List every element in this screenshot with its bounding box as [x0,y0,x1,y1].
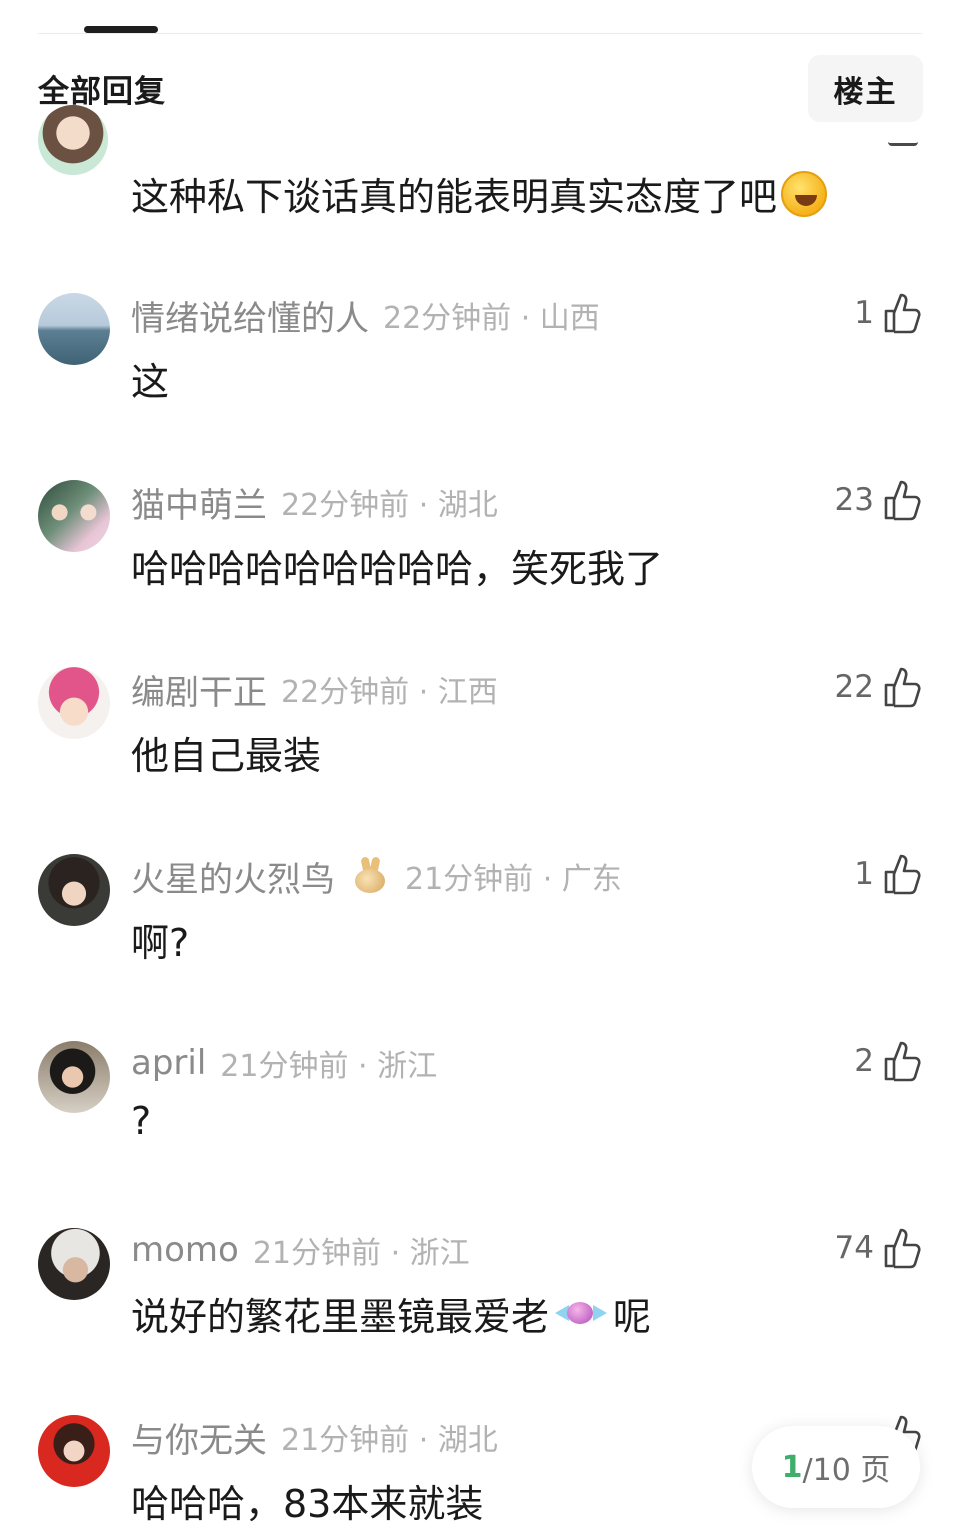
like-button[interactable]: 23 [835,476,922,524]
like-count: 1 [854,295,874,331]
comment-meta: momo 21分钟前 · 浙江 [131,1230,470,1271]
time-location: 22分钟前 · 江西 [281,675,498,710]
comment-item[interactable]: 编剧干正 22分钟前 · 江西 22 他自己最装 [0,667,960,852]
candy-emoji-icon [555,1296,608,1332]
time-location: 21分钟前 · 浙江 [252,1236,470,1271]
time-location: 22分钟前 · 湖北 [281,488,498,523]
comment-meta: april 21分钟前 · 浙江 [131,1043,438,1084]
username[interactable]: 猫中萌兰 [131,478,267,527]
comment-meta: 情绪说给懂的人 22分钟前 · 山西 [131,295,600,339]
comment-content: 说好的繁花里墨镜最爱老 呢 [131,1286,651,1341]
all-replies-title: 全部回复 [38,74,166,110]
avatar[interactable] [38,293,110,365]
page-indicator[interactable]: 1 /10 页 [752,1426,920,1508]
avatar[interactable] [38,1415,110,1487]
like-button[interactable]: 2 [854,1037,922,1085]
thumb-up-icon [884,1228,921,1269]
username[interactable]: april [131,1043,206,1083]
thumb-up-icon[interactable] [888,134,918,146]
rabbit-badge-icon [349,855,391,897]
comment-content: 这 [131,360,170,404]
comment-content: 啊? [131,921,190,965]
time-location: 21分钟前 · 浙江 [220,1049,438,1084]
like-button[interactable]: 22 [835,663,922,711]
thumb-up-icon [884,1041,921,1082]
comment-content: 这种私下谈话真的能表明真实态度了吧 [131,166,828,221]
comment-meta: 火星的火烈鸟 21分钟前 · 广东 [131,855,622,900]
top-divider [38,33,922,34]
username[interactable]: momo [131,1230,239,1270]
thumb-up-icon [884,667,921,708]
time-location: 22分钟前 · 山西 [383,301,600,336]
avatar[interactable] [38,105,108,175]
thumb-up-icon [884,854,921,895]
username[interactable]: 编剧干正 [131,665,267,714]
like-count: 2 [854,1043,874,1079]
like-button[interactable]: 1 [854,289,922,337]
time-location: 21分钟前 · 湖北 [281,1423,498,1458]
like-count: 74 [834,1230,874,1266]
comment-item[interactable]: 情绪说给懂的人 22分钟前 · 山西 1 这 [0,293,960,478]
thumb-up-icon [884,293,921,334]
avatar[interactable] [38,1041,110,1113]
comment-item[interactable]: momo 21分钟前 · 浙江 74 说好的繁花里墨镜最爱老 呢 [0,1228,960,1413]
like-button[interactable]: 1 [854,850,922,898]
comment-meta: 猫中萌兰 22分钟前 · 湖北 [131,482,498,526]
comment-item[interactable]: 猫中萌兰 22分钟前 · 湖北 23 哈哈哈哈哈哈哈哈哈，笑死我了 [0,480,960,665]
comment-meta: 编剧干正 22分钟前 · 江西 [131,669,498,713]
comment-content: 哈哈哈，83本来就装 [131,1482,484,1526]
rofl-emoji-icon [781,170,828,217]
avatar[interactable] [38,854,110,926]
current-page: 1 [781,1449,803,1485]
comment-item[interactable]: april 21分钟前 · 浙江 2 ? [0,1041,960,1226]
comment-content: 他自己最装 [131,734,322,778]
comment-partial[interactable]: 这种私下谈话真的能表明真实态度了吧 [0,105,960,250]
username[interactable]: 火星的火烈鸟 [131,852,335,901]
like-count: 22 [834,669,874,705]
username[interactable]: 与你无关 [131,1413,267,1462]
like-count: 1 [854,856,874,892]
comment-meta: 与你无关 21分钟前 · 湖北 [131,1417,498,1461]
like-count: 23 [834,482,874,518]
avatar[interactable] [38,480,110,552]
time-location: 21分钟前 · 广东 [405,862,622,897]
avatar[interactable] [38,1228,110,1300]
comment-item[interactable]: 火星的火烈鸟 21分钟前 · 广东 1 啊? [0,854,960,1039]
thumb-up-icon [884,480,921,521]
total-pages-label: /10 页 [802,1453,891,1488]
comment-text: 说好的繁花里墨镜最爱老 [131,1295,550,1339]
comment-replies-page: 全部回复 楼主 这种私下谈话真的能表明真实态度了吧 情绪说给懂的人 22分钟前 … [0,0,960,1531]
owner-only-button[interactable]: 楼主 [808,55,923,122]
username[interactable]: 情绪说给懂的人 [131,291,369,340]
comment-content: ? [131,1099,152,1143]
avatar[interactable] [38,667,110,739]
comment-text: 呢 [613,1295,652,1339]
comment-text: 这种私下谈话真的能表明真实态度了吧 [131,175,778,219]
tab-indicator [84,26,158,33]
comment-content: 哈哈哈哈哈哈哈哈哈，笑死我了 [131,547,664,591]
like-button[interactable]: 74 [835,1224,922,1272]
